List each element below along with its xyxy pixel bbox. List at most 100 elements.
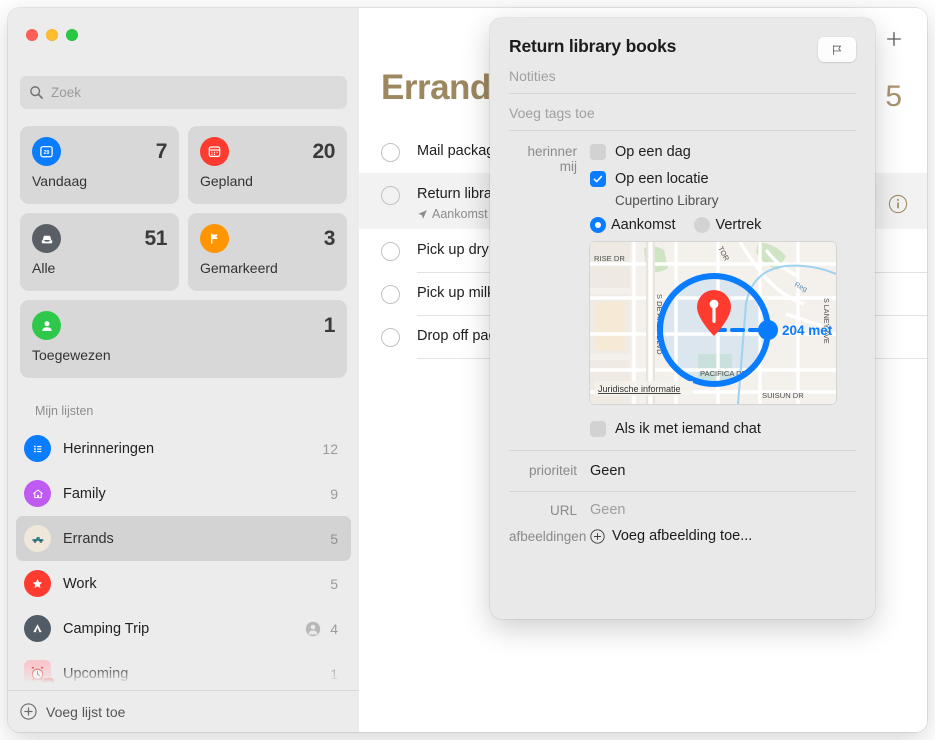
priority-value[interactable]: Geen [590,463,625,479]
svg-text:SUISUN DR: SUISUN DR [762,391,804,400]
tags-field[interactable]: Voeg tags toe [509,94,856,131]
sidebar-item-count: 5 [330,530,338,547]
sidebar-item-count: 9 [330,485,338,502]
flag-icon [200,224,229,253]
smart-list-count: 7 [155,139,168,163]
smart-list-label: Alle [32,260,56,276]
smart-list-alle[interactable]: 51 Alle [20,213,179,291]
sidebar-item-label: Herinneringen [63,440,155,457]
tent-icon [24,615,51,642]
minimize-button[interactable] [46,29,58,41]
smart-list-vandaag[interactable]: 29 7 Vandaag [20,126,179,204]
close-button[interactable] [26,29,38,41]
smart-list-count: 51 [144,226,167,250]
images-label: afbeeldingen [509,528,587,544]
url-value[interactable]: Geen [590,502,625,518]
add-list-label: Voeg lijst toe [46,703,126,720]
page-count: 5 [885,80,902,113]
list-bullets-icon [24,435,51,462]
arrive-leave-radios: Aankomst Vertrek [590,217,856,233]
popover-title: Return library books [509,36,677,56]
priority-label: prioriteit [528,463,577,478]
alarm-badge-icon [43,678,54,689]
sidebar-item-camping-trip[interactable]: Camping Trip 4 [16,606,351,651]
search-input[interactable]: Zoek [20,76,347,109]
when-chatting-row[interactable]: Als ik met iemand chat [590,421,856,437]
notes-field[interactable]: Notities [509,62,856,94]
add-reminder-button[interactable] [883,28,905,50]
smart-list-label: Toegewezen [32,347,111,363]
smart-list-gepland[interactable]: 20 Gepland [188,126,347,204]
info-button[interactable] [888,194,908,214]
priority-row: prioriteit Geen [509,451,856,480]
sidebar-item-count: 5 [330,575,338,592]
svg-text:Juridische informatie: Juridische informatie [598,384,681,394]
app-root: Zoek 29 7 Vandaag 20 Gepland 51 Alle 3 G… [0,0,935,740]
on-a-day-checkbox[interactable] [590,144,606,160]
sidebar-item-count: 1 [330,665,338,682]
house-icon [24,480,51,507]
smart-list-gemarkeerd[interactable]: 3 Gemarkeerd [188,213,347,291]
on-a-location-checkbox[interactable] [590,171,606,187]
add-image-button[interactable]: Voeg afbeelding toe... [590,528,856,544]
window-controls [26,29,78,41]
my-lists-header: Mijn lijsten [35,404,94,418]
remind-label: herinner mij [527,144,577,174]
on-a-day-label: Op een dag [615,144,691,160]
popover-header: Return library books [509,18,856,62]
smart-list-count: 3 [323,226,336,250]
calendar-icon [200,137,229,166]
smart-list-count: 20 [312,139,335,163]
shared-person-icon [306,621,321,636]
search-placeholder: Zoek [51,85,82,100]
sidebar-item-count: 12 [322,440,338,457]
complete-circle-icon[interactable] [381,143,400,162]
location-map[interactable]: RISE DR S DE ANZA BLVD TOR PACIFICA DR S… [590,242,836,404]
when-chatting-label: Als ik met iemand chat [615,421,761,437]
plus-circle-icon [20,703,37,720]
sidebar-item-label: Family [63,485,106,502]
sidebar-item-work[interactable]: Work 5 [16,561,351,606]
complete-circle-icon[interactable] [381,285,400,305]
smart-list-toegewezen[interactable]: 1 Toegewezen [20,300,347,378]
on-a-day-row[interactable]: Op een dag [590,144,856,160]
leave-radio[interactable] [694,217,711,233]
flag-outline-icon [833,44,842,55]
sidebar-item-herinneringen[interactable]: Herinneringen 12 [16,426,351,471]
smart-list-count: 1 [323,313,336,337]
sidebar-item-label: Upcoming [63,665,129,682]
sidebar-item-count: 4 [330,620,338,637]
smart-list-label: Gemarkeerd [200,260,278,276]
when-chatting-checkbox[interactable] [590,421,606,437]
reminder-subtitle-text: Aankomst [432,207,488,222]
sidebar-item-family[interactable]: Family 9 [16,471,351,516]
images-row: afbeeldingen Voeg afbeelding toe... [509,519,856,544]
location-arrow-icon [418,209,427,219]
user-lists: Herinneringen 12 Family 9 Errands 5 Work… [16,426,351,732]
reminder-detail-popover: Return library books Notities Voeg tags … [490,18,875,619]
alarm-clock-icon [24,660,54,689]
location-value[interactable]: Cupertino Library [615,193,856,208]
complete-circle-icon[interactable] [381,242,400,262]
sidebar-item-label: Work [63,575,97,592]
leave-label: Vertrek [715,217,762,233]
sidebar-item-errands[interactable]: Errands 5 [16,516,351,561]
smart-list-label: Gepland [200,173,253,189]
plus-circle-icon [590,528,605,544]
on-a-location-row[interactable]: Op een locatie [590,171,856,187]
sidebar-item-label: Errands [63,530,114,547]
add-list-button[interactable]: Voeg lijst toe [8,690,359,732]
inbox-tray-icon [32,224,61,253]
calendar-day-icon: 29 [32,137,61,166]
zoom-button[interactable] [66,29,78,41]
add-image-label: Voeg afbeelding toe... [612,528,753,544]
url-label: URL [549,502,577,518]
complete-circle-icon[interactable] [381,328,400,348]
smart-list-label: Vandaag [32,173,88,189]
flag-button[interactable] [818,37,856,62]
arrive-radio[interactable] [590,217,606,233]
smart-lists-grid: 29 7 Vandaag 20 Gepland 51 Alle 3 Gemark… [20,126,347,378]
complete-circle-icon[interactable] [381,186,400,205]
svg-text:RISE DR: RISE DR [594,254,625,263]
on-a-location-label: Op een locatie [615,171,709,187]
